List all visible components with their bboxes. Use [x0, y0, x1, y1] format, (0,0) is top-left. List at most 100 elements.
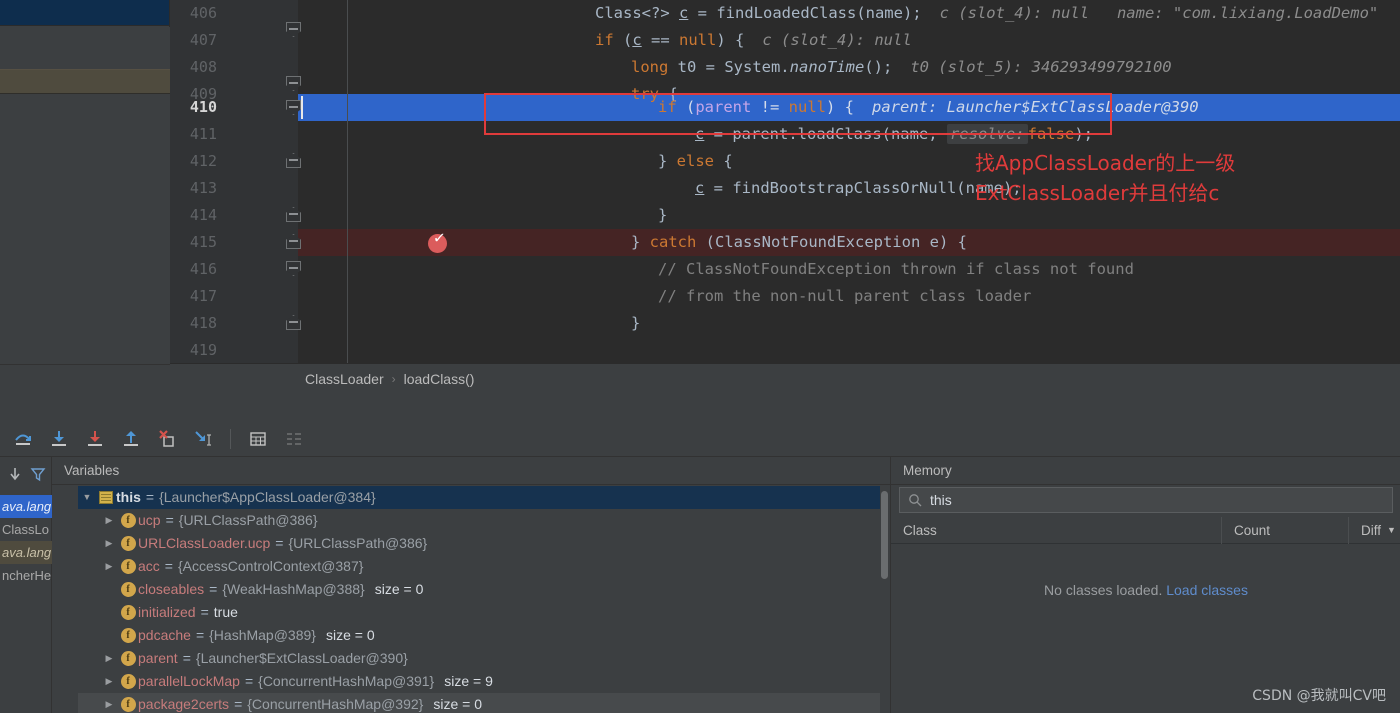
code-token: }: [631, 314, 641, 332]
inline-debug-hint: parent: Launcher$ExtClassLoader@390: [872, 98, 1199, 116]
breadcrumb-separator-icon: ›: [391, 371, 396, 386]
variable-row-acc[interactable]: ▶ f acc = {AccessControlContext@387}: [78, 555, 880, 578]
variable-size: size = 0: [433, 696, 482, 712]
code-line: } else {: [658, 148, 733, 175]
variable-equals: =: [182, 650, 191, 666]
code-token: // ClassNotFoundException thrown if clas…: [658, 260, 1134, 278]
frames-panel-highlighted-row[interactable]: [0, 69, 170, 94]
field-icon: f: [118, 674, 138, 689]
variable-value: {URLClassPath@386}: [288, 535, 428, 551]
code-token: long: [631, 58, 669, 76]
variable-row-urlclassloader-ucp[interactable]: ▶ f URLClassLoader.ucp = {URLClassPath@3…: [78, 532, 880, 555]
frame-item[interactable]: ava.lang: [0, 541, 52, 564]
debugger-toolbar[interactable]: [0, 421, 1400, 457]
variable-value: {URLClassPath@386}: [178, 512, 318, 528]
memory-search-input[interactable]: this: [899, 487, 1393, 513]
breadcrumb[interactable]: ClassLoader › loadClass(): [170, 363, 1400, 393]
left-frames-panel: [0, 0, 170, 393]
expand-arrow-icon[interactable]: ▼: [78, 486, 96, 509]
variable-row-initialized[interactable]: f initialized = true: [78, 601, 880, 624]
breadcrumb-item-method[interactable]: loadClass(): [404, 371, 475, 387]
variable-name: URLClassLoader.ucp: [138, 535, 271, 551]
variable-row-package2certs[interactable]: ▶ f package2certs = {ConcurrentHashMap@3…: [78, 693, 880, 713]
variable-equals: =: [275, 535, 284, 551]
line-number: 414: [189, 206, 217, 224]
line-number-current: 410: [189, 98, 217, 116]
code-token: }: [658, 152, 677, 170]
frames-list[interactable]: ava.lang ClassLo ava.lang ncherHe: [0, 495, 52, 713]
breadcrumb-item-class[interactable]: ClassLoader: [305, 371, 384, 387]
line-number: 413: [189, 179, 217, 197]
variable-row-this[interactable]: ▼ this = {Launcher$AppClassLoader@384}: [78, 486, 880, 509]
force-step-into-icon[interactable]: [80, 425, 110, 453]
frames-panel-row[interactable]: [0, 27, 170, 69]
icon-gutter[interactable]: [225, 0, 348, 363]
variable-row-closeables[interactable]: f closeables = {WeakHashMap@388} size = …: [78, 578, 880, 601]
variable-name: initialized: [138, 604, 196, 620]
expand-arrow-icon[interactable]: ▶: [100, 532, 118, 555]
code-line: } catch (ClassNotFoundException e) {: [631, 229, 967, 256]
expand-arrow-icon[interactable]: ▶: [100, 670, 118, 693]
inline-debug-hint: c (slot_4): null name: "com.lixiang.Load…: [939, 4, 1379, 22]
memory-column-count[interactable]: Count: [1222, 523, 1348, 538]
variables-tree[interactable]: ▼ this = {Launcher$AppClassLoader@384} ▶…: [78, 486, 880, 713]
field-icon: f: [118, 605, 138, 620]
annotation-text: 找AppClassLoader的上一级 ExtClassLoader并且付给c: [975, 151, 1236, 205]
expand-arrow-icon[interactable]: ▶: [100, 647, 118, 670]
expand-arrow-icon[interactable]: ▶: [100, 555, 118, 578]
variable-row-pdcache[interactable]: f pdcache = {HashMap@389} size = 0: [78, 624, 880, 647]
code-line: c = findBootstrapClassOrNull(name);: [695, 175, 1022, 202]
code-line: if (c == null) {c (slot_4): null: [595, 27, 912, 54]
variable-row-parallellockmap[interactable]: ▶ f parallelLockMap = {ConcurrentHashMap…: [78, 670, 880, 693]
code-token: !=: [751, 98, 789, 116]
memory-column-class[interactable]: Class: [891, 523, 1221, 538]
toolbar-divider: [230, 428, 231, 449]
filter-icon[interactable]: [27, 463, 48, 485]
code-token: }: [658, 206, 668, 224]
variable-name: pdcache: [138, 627, 191, 643]
code-token: Class<?>: [595, 4, 679, 22]
code-token: ();: [864, 58, 893, 76]
load-classes-link[interactable]: Load classes: [1166, 582, 1248, 598]
code-token: ==: [641, 31, 680, 49]
variable-size: size = 0: [325, 627, 375, 643]
code-token: = parent.loadClass(name,: [704, 125, 947, 143]
frame-item[interactable]: ava.lang: [0, 495, 52, 518]
search-icon: [909, 494, 922, 507]
variable-equals: =: [195, 627, 205, 643]
step-over-icon[interactable]: [8, 425, 38, 453]
variable-name: acc: [138, 558, 160, 574]
code-line: c = parent.loadClass(name, resolve: false…: [695, 121, 1093, 148]
sort-descending-icon[interactable]: ▼: [1387, 525, 1396, 535]
code-token: // from the non-null parent class loader: [658, 287, 1032, 305]
field-icon: f: [118, 536, 138, 551]
variable-equals: =: [145, 489, 155, 505]
evaluate-expression-icon[interactable]: [243, 425, 273, 453]
expand-arrow-icon[interactable]: ▶: [100, 509, 118, 532]
inline-debug-hint: c (slot_4): null: [762, 31, 912, 49]
code-token: ) {: [716, 31, 745, 49]
variable-row-parent[interactable]: ▶ f parent = {Launcher$ExtClassLoader@39…: [78, 647, 880, 670]
show-execution-point-icon[interactable]: [279, 425, 309, 453]
memory-column-diff[interactable]: Diff ▼: [1349, 523, 1400, 538]
line-number: 416: [189, 260, 217, 278]
memory-panel: Memory this Class Count Diff ▼ No classe…: [890, 457, 1400, 713]
line-number: 406: [189, 4, 217, 22]
code-token: catch: [649, 233, 697, 251]
variable-row-ucp[interactable]: ▶ f ucp = {URLClassPath@386}: [78, 509, 880, 532]
line-number-gutter: 406 407 408 409 410 411 412 413 414 415 …: [170, 0, 225, 363]
drop-frame-icon[interactable]: [152, 425, 182, 453]
code-token: else: [676, 152, 714, 170]
field-icon: f: [118, 628, 138, 643]
variable-value: {ConcurrentHashMap@392}: [247, 696, 424, 712]
variables-scrollbar[interactable]: [881, 491, 888, 579]
variable-equals: =: [234, 696, 243, 712]
frame-item[interactable]: ClassLo: [0, 518, 52, 541]
run-to-cursor-icon[interactable]: [188, 425, 218, 453]
code-token: null: [679, 31, 717, 49]
line-number: 412: [189, 152, 217, 170]
frame-item[interactable]: ncherHe: [0, 564, 52, 587]
step-out-icon[interactable]: [116, 425, 146, 453]
step-into-icon[interactable]: [44, 425, 74, 453]
sort-down-icon[interactable]: [4, 463, 25, 485]
